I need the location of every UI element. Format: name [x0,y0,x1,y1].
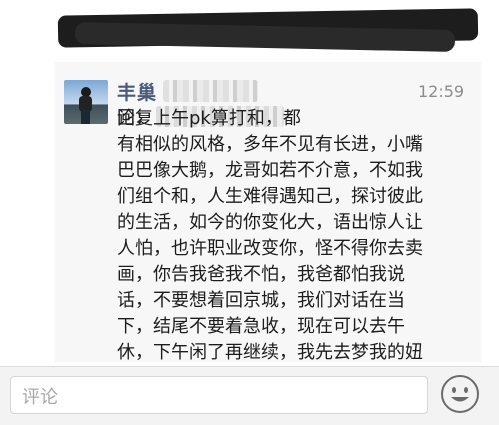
comment-placeholder: 评论 [22,387,58,408]
comment-line: 下，结尾不要着急收，现在可以去午 [117,316,405,337]
smiley-icon[interactable] [440,374,480,414]
comment-input[interactable] [10,376,428,414]
comment-line: 的生活，如今的你变化大，语出惊人让 [117,212,423,233]
blurred-name [163,80,258,102]
timestamp: 12:59 [418,82,465,101]
comment-line: 们组个和，人生难得遇知己，探讨彼此 [117,186,423,207]
comment-line: 论：上午pk算打和，都 [117,108,301,129]
comment-line: 话，不要想着回京城，我们对话在当 [117,290,405,311]
comment-line: 休，下午闲了再继续，我先去梦我的妞 [117,342,423,363]
avatar[interactable] [64,80,108,124]
comment-line: 画，你告我爸我不怕，我爸都怕我说 [117,264,405,285]
comment-line: 人怕，也许职业改变你，怪不得你去卖 [117,238,423,259]
username[interactable]: 丰巢 [117,78,157,105]
comment-line: 有相似的风格，多年不见有长进，小嘴 [117,134,423,155]
comment-line: 巴巴像大鹅，龙哥如若不介意，不如我 [117,160,423,181]
